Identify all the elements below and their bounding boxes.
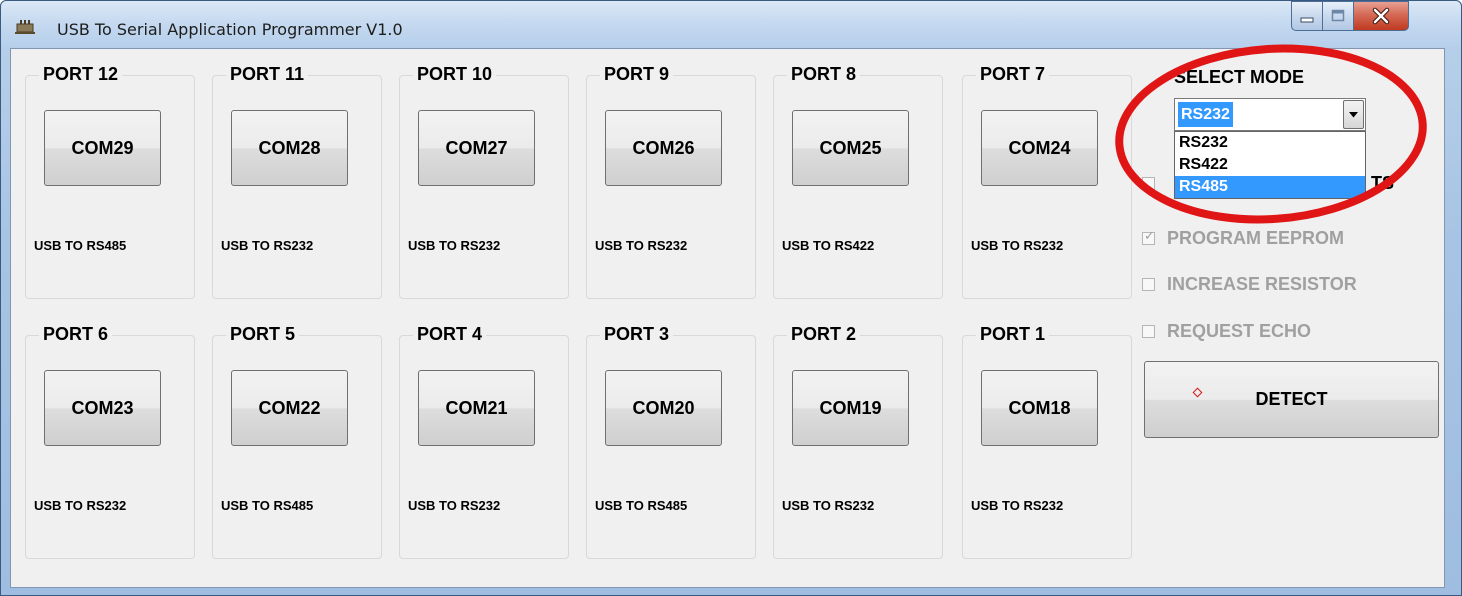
checkbox-request-echo[interactable] — [1142, 324, 1155, 338]
port-title: PORT 8 — [787, 64, 861, 85]
port-type-label: USB TO RS232 — [971, 238, 1064, 253]
maximize-button[interactable] — [1322, 1, 1354, 31]
com-button-28[interactable]: COM28 — [231, 110, 348, 186]
title-bar[interactable]: USB To Serial Application Programmer V1.… — [1, 1, 1461, 47]
com-button-21[interactable]: COM21 — [418, 370, 535, 446]
port-group-8: PORT 8 COM25 USB TO RS422 — [773, 64, 943, 299]
port-group-2: PORT 2 COM19 USB TO RS232 — [773, 324, 943, 559]
port-title: PORT 5 — [226, 324, 300, 345]
port-group-4: PORT 4 COM21 USB TO RS232 — [399, 324, 569, 559]
mode-dropdown-list: RS232 RS422 RS485 — [1174, 131, 1366, 199]
com-button-23[interactable]: COM23 — [44, 370, 161, 446]
port-group-11: PORT 11 COM28 USB TO RS232 — [212, 64, 382, 299]
minimize-button[interactable] — [1291, 1, 1323, 31]
port-group-9: PORT 9 COM26 USB TO RS232 — [586, 64, 756, 299]
port-type-label: USB TO RS232 — [221, 238, 314, 253]
minimize-icon — [1300, 17, 1314, 23]
close-icon — [1372, 7, 1390, 25]
checkbox-ts[interactable] — [1142, 176, 1155, 190]
mode-select[interactable]: RS232 — [1174, 98, 1366, 131]
port-group-5: PORT 5 COM22 USB TO RS485 — [212, 324, 382, 559]
port-type-label: USB TO RS232 — [782, 498, 875, 513]
com-button-24[interactable]: COM24 — [981, 110, 1098, 186]
com-button-18[interactable]: COM18 — [981, 370, 1098, 446]
com-button-22[interactable]: COM22 — [231, 370, 348, 446]
com-button-27[interactable]: COM27 — [418, 110, 535, 186]
com-button-20[interactable]: COM20 — [605, 370, 722, 446]
checkbox-program-eeprom[interactable]: ✓ — [1142, 228, 1155, 245]
checkbox-increase-resistor[interactable] — [1142, 277, 1155, 291]
port-type-label: USB TO RS232 — [34, 498, 127, 513]
chevron-down-icon — [1349, 111, 1358, 117]
mode-select-value: RS232 — [1178, 102, 1233, 127]
port-group-1: PORT 1 COM18 USB TO RS232 — [962, 324, 1132, 559]
close-button[interactable] — [1353, 1, 1409, 31]
dropdown-arrow-button[interactable] — [1343, 100, 1364, 129]
option-row-request-echo[interactable]: REQUEST ECHO — [1142, 319, 1311, 343]
checkmark-icon: ✓ — [1144, 227, 1155, 243]
port-title: PORT 1 — [976, 324, 1050, 345]
port-group-6: PORT 6 COM23 USB TO RS232 — [25, 324, 195, 559]
com-button-19[interactable]: COM19 — [792, 370, 909, 446]
detect-button[interactable]: DETECT — [1144, 361, 1439, 438]
port-group-12: PORT 12 COM29 USB TO RS485 — [25, 64, 195, 299]
option-row-increase-resistor[interactable]: INCREASE RESISTOR — [1142, 272, 1357, 296]
port-type-label: USB TO RS485 — [595, 498, 688, 513]
port-title: PORT 4 — [413, 324, 487, 345]
port-group-3: PORT 3 COM20 USB TO RS485 — [586, 324, 756, 559]
port-title: PORT 2 — [787, 324, 861, 345]
app-window: USB To Serial Application Programmer V1.… — [0, 0, 1462, 596]
dropdown-option-rs422[interactable]: RS422 — [1175, 154, 1365, 176]
port-title: PORT 9 — [600, 64, 674, 85]
checkbox-label-ts: TS — [1371, 172, 1395, 193]
checkbox-label-request-echo: REQUEST ECHO — [1167, 320, 1312, 341]
port-type-label: USB TO RS485 — [34, 238, 127, 253]
port-title: PORT 11 — [226, 64, 309, 85]
client-area: PORT 12 COM29 USB TO RS485 PORT 11 COM28… — [10, 48, 1445, 588]
port-type-label: USB TO RS485 — [221, 498, 314, 513]
window-title: USB To Serial Application Programmer V1.… — [57, 20, 403, 39]
port-type-label: USB TO RS232 — [595, 238, 688, 253]
port-title: PORT 10 — [413, 64, 497, 85]
com-button-26[interactable]: COM26 — [605, 110, 722, 186]
com-button-25[interactable]: COM25 — [792, 110, 909, 186]
port-type-label: USB TO RS422 — [782, 238, 875, 253]
port-type-label: USB TO RS232 — [971, 498, 1064, 513]
port-title: PORT 7 — [976, 64, 1050, 85]
port-title: PORT 6 — [39, 324, 113, 345]
port-title: PORT 3 — [600, 324, 674, 345]
dropdown-option-rs232[interactable]: RS232 — [1175, 132, 1365, 154]
port-type-label: USB TO RS232 — [408, 498, 501, 513]
dropdown-option-rs485[interactable]: RS485 — [1175, 176, 1365, 198]
port-group-10: PORT 10 COM27 USB TO RS232 — [399, 64, 569, 299]
port-type-label: USB TO RS232 — [408, 238, 501, 253]
com-button-29[interactable]: COM29 — [44, 110, 161, 186]
select-mode-label: SELECT MODE — [1174, 67, 1305, 87]
port-title: PORT 12 — [39, 64, 123, 85]
app-icon — [15, 20, 35, 34]
checkbox-label-program-eeprom: PROGRAM EEPROM — [1167, 227, 1345, 248]
maximize-icon — [1331, 9, 1345, 22]
port-group-7: PORT 7 COM24 USB TO RS232 — [962, 64, 1132, 299]
checkbox-label-increase-resistor: INCREASE RESISTOR — [1167, 273, 1357, 294]
option-row-program-eeprom[interactable]: ✓ PROGRAM EEPROM — [1142, 226, 1344, 250]
